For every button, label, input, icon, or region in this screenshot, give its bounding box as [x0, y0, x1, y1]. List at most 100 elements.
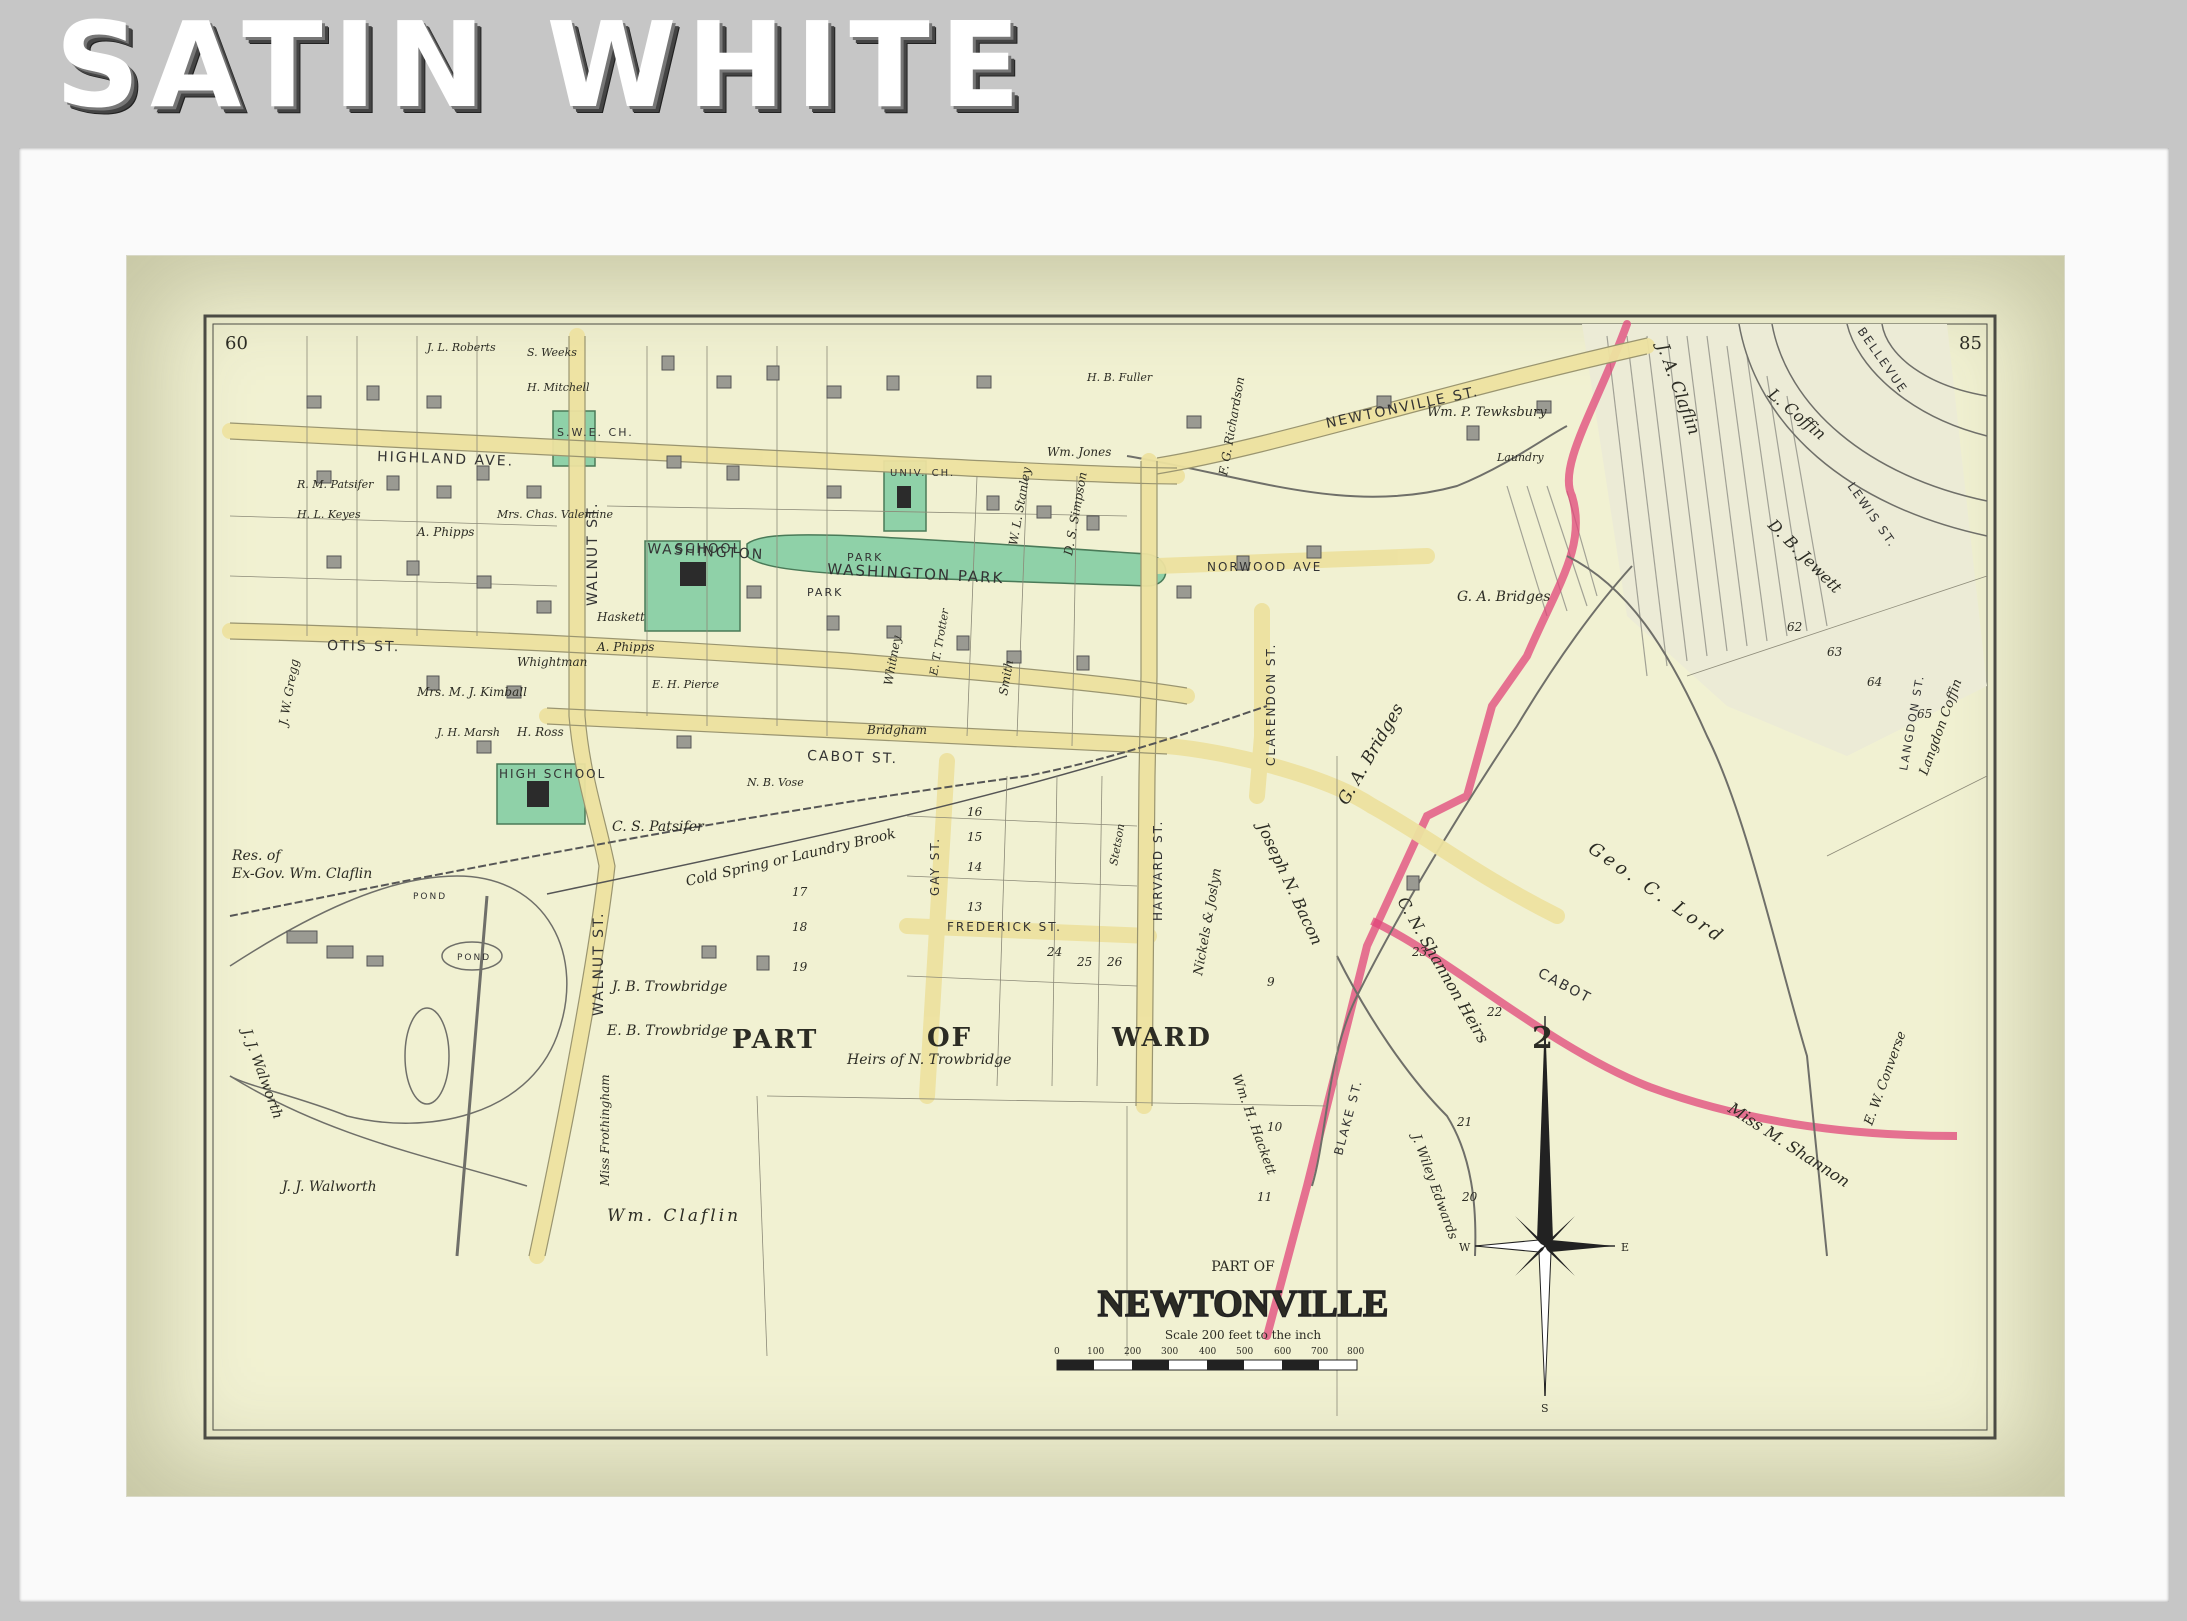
scale-bar: [1056, 1359, 1358, 1371]
label-swe-church: S.W.E. CH.: [557, 426, 634, 439]
map-title: NEWTONVILLE: [1098, 1283, 1389, 1325]
owner-joseph-bacon: Joseph N. Bacon: [1252, 817, 1327, 948]
svg-text:26: 26: [1106, 955, 1123, 969]
label-school: SCHOOL: [675, 542, 742, 557]
owner-smith: Smith: [996, 659, 1016, 697]
owner-heirs-trowbridge: Heirs of N. Trowbridge: [846, 1052, 1011, 1068]
owner-marsh: J. H. Marsh: [435, 726, 500, 739]
compass-s: S: [1541, 1402, 1549, 1415]
owner-tewksbury: Wm. P. Tewksbury: [1427, 405, 1547, 420]
owner-roberts: J. L. Roberts: [425, 341, 496, 354]
ward-label-ward: WARD: [1111, 1023, 1212, 1053]
street-harvard: HARVARD ST.: [1151, 820, 1165, 921]
svg-text:16: 16: [967, 805, 983, 819]
street-highland: HIGHLAND AVE.: [377, 449, 514, 470]
owner-claflin-res2: Ex-Gov. Wm. Claflin: [231, 866, 372, 882]
owner-miss-shannon: Miss M. Shannon: [1724, 1098, 1853, 1191]
svg-text:23: 23: [1411, 945, 1428, 959]
owner-shannon-heirs: C. N. Shannon Heirs: [1394, 894, 1493, 1047]
svg-text:0: 0: [1054, 1347, 1060, 1357]
pond-label-2: POND: [413, 892, 447, 902]
street-otis: OTIS ST.: [327, 638, 401, 655]
svg-text:24: 24: [1046, 945, 1062, 959]
svg-text:11: 11: [1257, 1190, 1272, 1204]
owner-mitchell: H. Mitchell: [526, 381, 590, 394]
owner-converse: E. W. Converse: [1861, 1029, 1909, 1128]
owner-valentine: Mrs. Chas. Valentine: [496, 508, 613, 521]
owner-nichols: Nickels & Joslyn: [1191, 867, 1225, 978]
owner-walworth-1: J. J. Walworth: [237, 1024, 285, 1121]
owner-phipps-1: A. Phipps: [416, 525, 474, 539]
ward-number: 2: [1532, 1021, 1553, 1056]
street-cabot: CABOT ST.: [807, 748, 898, 767]
owner-ga-bridges-2: G. A. Bridges: [1334, 700, 1408, 809]
church-building: [897, 486, 911, 508]
owner-trowbridge-eb: E. B. Trowbridge: [606, 1023, 728, 1039]
svg-text:10: 10: [1267, 1120, 1283, 1134]
svg-text:14: 14: [967, 860, 982, 874]
svg-text:600: 600: [1274, 1347, 1291, 1357]
street-clarendon: CLARENDON ST.: [1264, 643, 1278, 766]
svg-text:300: 300: [1161, 1347, 1178, 1357]
owner-whightman: Whightman: [517, 655, 587, 669]
owner-stetson: Stetson: [1107, 823, 1127, 867]
compass-e: E: [1621, 1241, 1629, 1254]
ward-label-part: PART: [732, 1025, 818, 1055]
svg-text:22: 22: [1486, 1005, 1502, 1019]
pond-label: POND: [457, 953, 491, 963]
page-number-right: 85: [1959, 333, 1982, 354]
ward-boundary-west: [1263, 320, 1631, 1340]
street-gay: GAY ST.: [928, 837, 942, 896]
svg-text:65: 65: [1917, 707, 1932, 721]
owner-laundry: Laundry: [1496, 451, 1544, 464]
banner-title: SATIN WHITE: [55, 0, 1031, 134]
svg-text:9: 9: [1267, 975, 1275, 989]
owner-fuller: H. B. Fuller: [1086, 371, 1153, 384]
svg-text:17: 17: [792, 885, 808, 899]
label-high-school: HIGH SCHOOL: [499, 767, 606, 781]
owner-wm-claflin: Wm. Claflin: [607, 1206, 741, 1226]
owner-wm-jones: Wm. Jones: [1047, 445, 1111, 459]
street-washington-park-bottom: PARK: [807, 586, 843, 599]
svg-text:800: 800: [1347, 1347, 1364, 1357]
svg-text:64: 64: [1867, 675, 1882, 689]
owner-geo-lord: Geo. C. Lord: [1584, 838, 1729, 948]
owner-walworth-2: J. J. Walworth: [279, 1179, 377, 1195]
claflin-buildings: [286, 930, 384, 967]
page-number-left: 60: [225, 333, 248, 354]
owner-jw-gregg: J. W. Gregg: [276, 658, 302, 730]
owner-richardson: F. G. Richardson: [1216, 376, 1247, 478]
svg-text:500: 500: [1236, 1347, 1253, 1357]
owner-edwards: J. Wiley Edwards: [1407, 1129, 1460, 1242]
owner-claflin-res: Res. of: [231, 848, 283, 864]
newtonville-map: 60 85 W E S PART OF NEWTONVILLE Scale 20…: [203, 314, 1997, 1440]
svg-text:13: 13: [967, 900, 983, 914]
street-cabot-east: CABOT: [1535, 965, 1594, 1006]
high-school-building: [527, 781, 549, 807]
owner-vose: N. B. Vose: [746, 776, 804, 789]
svg-text:700: 700: [1311, 1347, 1328, 1357]
street-frederick: FREDERICK ST.: [947, 920, 1062, 934]
scale-caption: Scale 200 feet to the inch: [1165, 1328, 1321, 1342]
claflin-estate: [229, 875, 568, 1257]
svg-text:20: 20: [1461, 1190, 1478, 1204]
svg-text:21: 21: [1456, 1115, 1472, 1129]
svg-text:63: 63: [1827, 645, 1843, 659]
owner-kimball: Mrs. M. J. Kimball: [416, 685, 527, 699]
owner-bridgham: Bridgham: [866, 723, 927, 737]
map-print: 60 85 W E S PART OF NEWTONVILLE Scale 20…: [126, 255, 2065, 1497]
street-walnut-south: WALNUT ST.: [591, 912, 607, 1016]
svg-text:19: 19: [792, 960, 808, 974]
svg-text:18: 18: [792, 920, 808, 934]
street-blake: BLAKE ST.: [1331, 1078, 1365, 1157]
owner-hross: H. Ross: [516, 725, 564, 739]
svg-text:400: 400: [1199, 1347, 1216, 1357]
street-norwood: NORWOOD AVE: [1207, 560, 1322, 574]
owner-trowbridge-jb: J. B. Trowbridge: [609, 979, 727, 995]
owner-haskett: Haskett: [596, 610, 645, 624]
svg-text:200: 200: [1124, 1347, 1141, 1357]
ward-label-of: OF: [927, 1023, 972, 1053]
compass-rose: W E S: [1459, 1016, 1629, 1415]
owner-keyes: H. L. Keyes: [296, 508, 361, 521]
svg-text:62: 62: [1787, 620, 1802, 634]
